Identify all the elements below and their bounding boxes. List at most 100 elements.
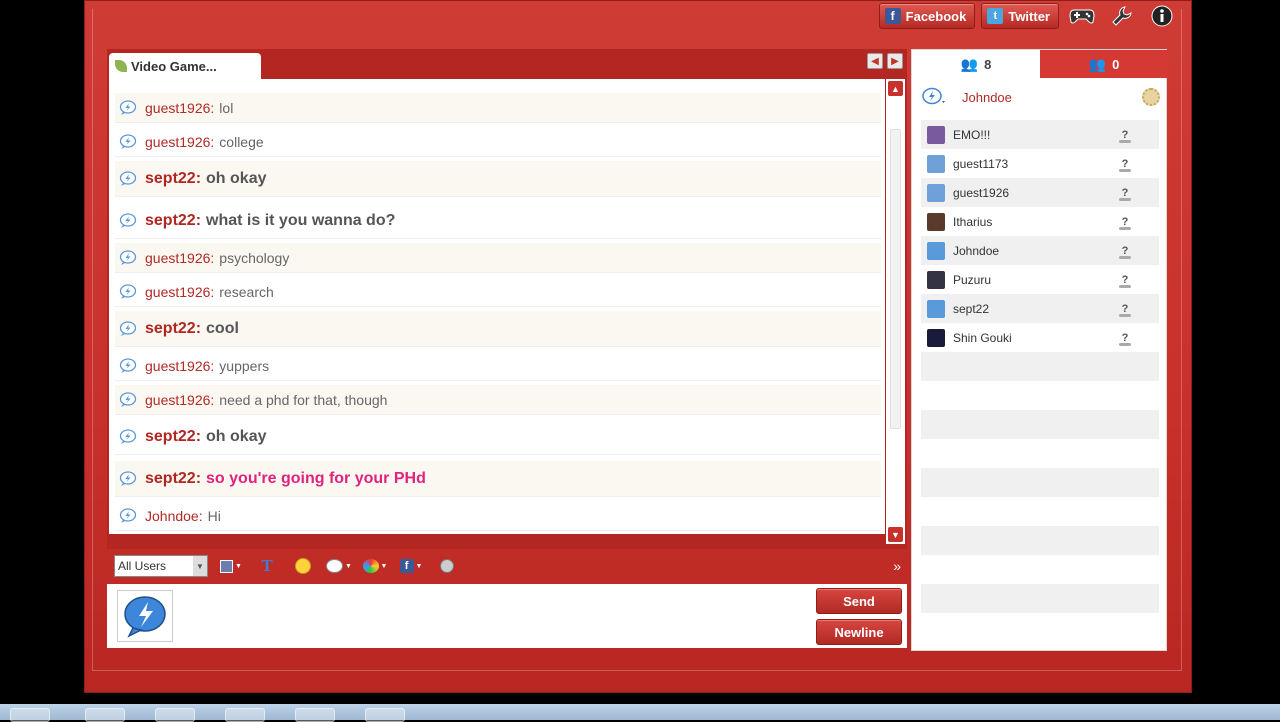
message-scrollbar[interactable]: ▲ ▼ <box>886 79 905 544</box>
font-box-icon <box>220 559 234 573</box>
skull-icon <box>440 559 454 573</box>
message-username[interactable]: sept22 <box>145 320 196 338</box>
tab-other-users[interactable]: 👥 0 <box>1040 50 1168 78</box>
speech-bubble-icon <box>119 391 137 407</box>
user-list-item[interactable]: Shin Gouki? <box>921 323 1159 352</box>
user-list-item[interactable]: Puzuru? <box>921 265 1159 294</box>
gamepad-button[interactable] <box>1065 3 1099 29</box>
send-button[interactable]: Send <box>816 588 902 614</box>
empty-user-slot <box>921 352 1159 381</box>
gamepad-icon <box>1069 9 1095 24</box>
user-avatar <box>927 299 945 318</box>
twitter-button[interactable]: t Twitter <box>981 3 1059 29</box>
emoticon-button[interactable] <box>290 555 316 577</box>
user-info-icon[interactable]: ? <box>1117 271 1133 288</box>
message-text: oh okay <box>206 169 267 187</box>
chevron-down-icon: ▼ <box>235 562 242 570</box>
message-separator: : <box>210 99 215 116</box>
speech-bubble-icon <box>119 283 137 299</box>
user-info-icon[interactable]: ? <box>1117 242 1133 259</box>
user-info-icon[interactable]: ? <box>1117 213 1133 230</box>
user-list-item[interactable]: EMO!!!? <box>921 120 1159 149</box>
message-separator: : <box>195 319 202 337</box>
user-list-item[interactable]: Itharius? <box>921 207 1159 236</box>
compose-area: Send Newline <box>107 584 907 648</box>
speech-bubble-icon <box>119 470 137 486</box>
empty-user-slot <box>921 497 1159 526</box>
message-row: guest1926: need a phd for that, though <box>115 385 881 415</box>
scroll-down-arrow-icon[interactable]: ▼ <box>888 527 903 542</box>
newline-button[interactable]: Newline <box>816 619 902 645</box>
message-username[interactable]: sept22 <box>145 212 196 230</box>
user-list-item[interactable]: guest1173? <box>921 149 1159 178</box>
gear-icon[interactable] <box>1142 88 1160 106</box>
scroll-up-arrow-icon[interactable]: ▲ <box>888 81 903 96</box>
message-text: so you're going for your PHd <box>206 469 426 487</box>
user-name: guest1173 <box>953 156 1009 171</box>
message-text: lol <box>219 99 234 116</box>
message-row: sept22: cool <box>115 311 881 347</box>
user-list-item[interactable]: guest1926? <box>921 178 1159 207</box>
os-taskbar <box>0 704 1280 722</box>
message-text: research <box>219 283 274 300</box>
chevron-down-icon: ▼ <box>380 562 388 570</box>
chat-app-window: f Facebook t Twitter Video Game... ◀ ▶ g… <box>84 0 1192 693</box>
facebook-share-button[interactable]: f ▼ <box>398 555 424 577</box>
user-name: Johndoe <box>953 243 1000 258</box>
user-tabs: 👥 8 👥 0 <box>912 50 1168 78</box>
twitter-icon: t <box>987 8 1004 24</box>
user-list-item[interactable]: sept22? <box>921 294 1159 323</box>
users-group-icon: 👥 <box>960 55 979 72</box>
message-username[interactable]: Johndoe <box>145 508 199 524</box>
user-info-icon[interactable]: ? <box>1117 184 1133 201</box>
message-username[interactable]: guest1926 <box>145 134 210 150</box>
message-username[interactable]: guest1926 <box>145 284 210 300</box>
chevron-down-icon: ▼ <box>193 556 207 576</box>
avatar[interactable] <box>117 590 173 642</box>
empty-user-slot <box>921 613 1159 642</box>
message-username[interactable]: sept22 <box>145 428 196 446</box>
text-t-icon: T <box>261 556 273 575</box>
message-username[interactable]: sept22 <box>145 470 196 488</box>
user-list: EMO!!!? guest1173? guest1926? Itharius? John… <box>921 120 1159 645</box>
user-info-icon[interactable]: ? <box>1117 155 1133 172</box>
message-row: sept22: oh okay <box>115 161 881 197</box>
message-separator: : <box>195 427 202 445</box>
message-text: what is it you wanna do? <box>206 211 396 229</box>
tab-online-users[interactable]: 👥 8 <box>912 50 1040 78</box>
message-text: Hi <box>207 507 221 524</box>
message-username[interactable]: sept22 <box>145 170 196 188</box>
message-input[interactable] <box>189 590 789 642</box>
message-username[interactable]: guest1926 <box>145 392 210 408</box>
bubble-style-button[interactable]: ▼ <box>326 555 352 577</box>
user-info-icon[interactable]: ? <box>1117 300 1133 317</box>
message-username[interactable]: guest1926 <box>145 358 210 374</box>
status-bubble-icon[interactable] <box>922 87 948 107</box>
recipient-select[interactable]: All Users ▼ <box>114 555 208 577</box>
user-list-item[interactable]: Johndoe? <box>921 236 1159 265</box>
user-avatar <box>927 183 945 202</box>
message-username[interactable]: guest1926 <box>145 100 210 116</box>
facebook-button[interactable]: f Facebook <box>878 3 976 29</box>
empty-user-slot <box>921 555 1159 584</box>
tab-scroll-left-button[interactable]: ◀ <box>867 53 883 69</box>
info-button[interactable] <box>1145 3 1179 29</box>
user-info-icon[interactable]: ? <box>1117 329 1133 346</box>
message-row: Johndoe: Hi <box>115 501 881 531</box>
current-user-name[interactable]: Johndoe <box>962 90 1012 105</box>
text-color-button[interactable]: ▼ <box>218 555 244 577</box>
expand-arrow-icon[interactable]: » <box>893 558 901 574</box>
chat-panel: Video Game... ◀ ▶ guest1926: lol guest1926… <box>107 49 907 549</box>
tab-room-video-game[interactable]: Video Game... <box>109 53 261 79</box>
user-info-icon[interactable]: ? <box>1117 126 1133 143</box>
empty-user-slot <box>921 468 1159 497</box>
palette-button[interactable]: ▼ <box>362 555 388 577</box>
settings-wrench-button[interactable] <box>1105 3 1139 29</box>
tab-scroll-right-button[interactable]: ▶ <box>887 53 903 69</box>
text-format-button[interactable]: T <box>254 555 280 577</box>
effects-button[interactable] <box>434 555 460 577</box>
message-separator: : <box>210 357 215 374</box>
scrollbar-thumb[interactable] <box>890 129 901 429</box>
message-username[interactable]: guest1926 <box>145 250 210 266</box>
empty-user-slot <box>921 381 1159 410</box>
